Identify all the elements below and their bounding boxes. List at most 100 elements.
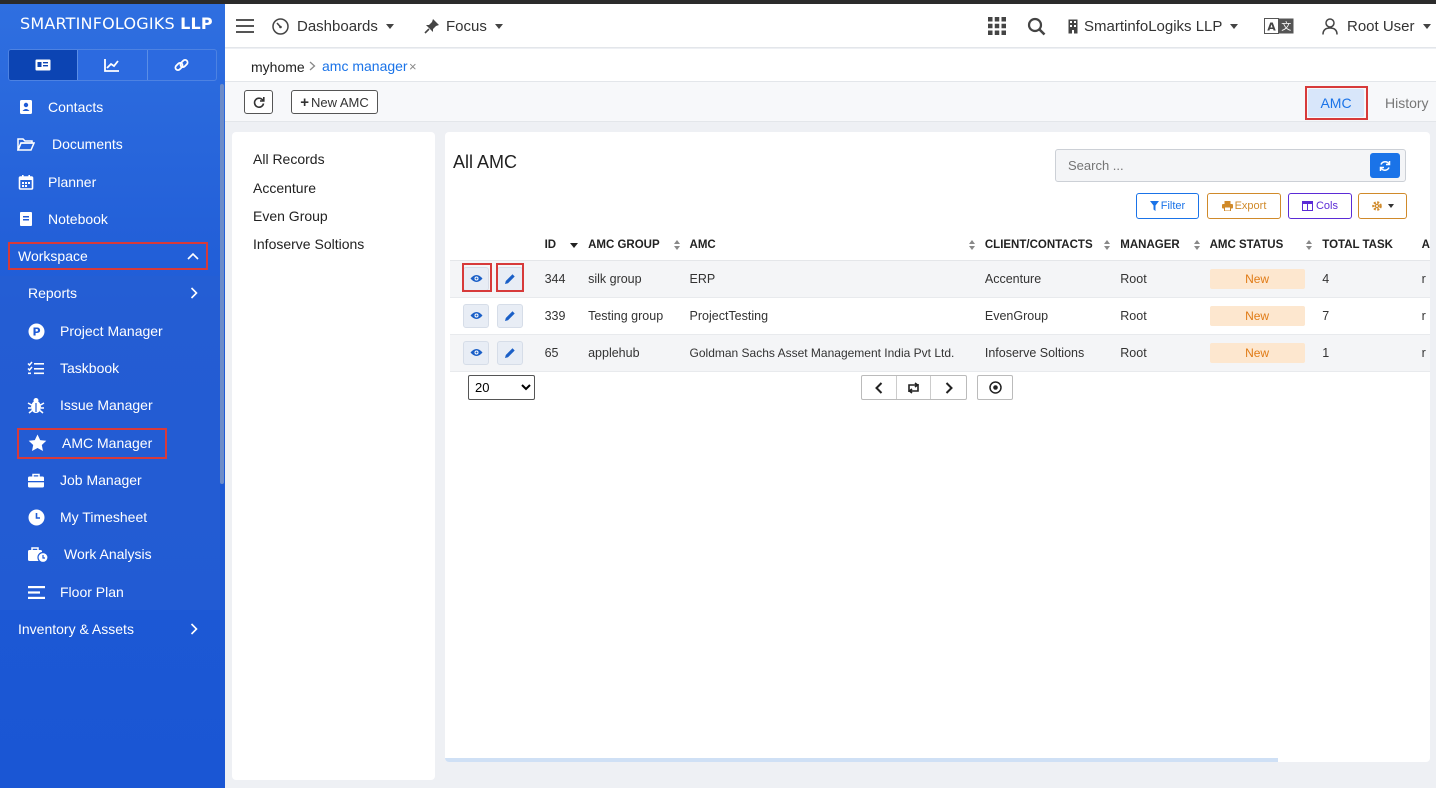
view-button[interactable] (463, 303, 489, 328)
sidebar-item-workspace[interactable]: Workspace (0, 239, 220, 273)
filter-infoserve-soltions[interactable]: Infoserve Soltions (253, 236, 364, 252)
pencil-icon (504, 347, 516, 359)
cell-client: Infoserve Soltions (980, 334, 1117, 372)
svg-text:文: 文 (1281, 20, 1291, 33)
refresh-button[interactable] (244, 90, 273, 114)
sidebar-item-label: Project Manager (60, 323, 163, 339)
sidebar-item-floor-plan[interactable]: Floor Plan (0, 575, 220, 609)
dashboards-menu[interactable]: Dashboards (272, 4, 394, 48)
hamburger-menu-button[interactable] (236, 4, 254, 48)
p-circle-icon: P (26, 321, 46, 341)
breadcrumb-home[interactable]: myhome (251, 59, 305, 75)
tab-history[interactable]: History (1385, 95, 1429, 111)
sidebar-tab-cards[interactable] (9, 50, 79, 80)
cell-amc-group: silk group (584, 260, 686, 298)
pencil-icon (504, 273, 516, 285)
cell-extra: r (1417, 334, 1430, 372)
sidebar-item-amc-manager[interactable]: AMC Manager (0, 426, 220, 460)
sidebar-item-planner[interactable]: Planner (0, 165, 220, 199)
sidebar-item-notebook[interactable]: Notebook (0, 202, 220, 236)
filter-all-records[interactable]: All Records (253, 151, 325, 167)
prev-page-button[interactable] (862, 376, 897, 399)
reload-page-button[interactable] (897, 376, 932, 399)
target-button[interactable] (978, 376, 1012, 399)
checklist-icon (26, 358, 46, 378)
cell-id: 65 (540, 334, 585, 372)
sidebar-item-job-manager[interactable]: Job Manager (0, 463, 220, 497)
sidebar-item-label: Issue Manager (60, 397, 153, 413)
search-refresh-button[interactable] (1370, 153, 1400, 178)
column-header-amc-group[interactable]: AMC GROUP (584, 230, 686, 261)
sidebar-scrollbar[interactable] (220, 84, 224, 484)
cols-label: Cols (1315, 200, 1338, 212)
column-header-extra[interactable]: A (1417, 230, 1430, 261)
table-row[interactable]: 65 applehub Goldman Sachs Asset Manageme… (450, 334, 1430, 372)
sidebar-item-reports[interactable]: Reports (0, 276, 220, 310)
column-header-id[interactable]: ID (540, 230, 585, 261)
focus-menu[interactable]: Focus (424, 4, 503, 48)
table-row[interactable]: 344 silk group ERP Accenture Root New 4 … (450, 260, 1430, 298)
filter-button[interactable]: Filter (1136, 193, 1199, 219)
company-selector[interactable]: SmartinfoLogiks LLP (1068, 4, 1239, 48)
sidebar-item-inventory-assets[interactable]: Inventory & Assets (0, 612, 220, 646)
filter-accenture[interactable]: Accenture (253, 180, 316, 196)
settings-dropdown-button[interactable] (1358, 193, 1407, 219)
column-header-amc[interactable]: AMC (685, 230, 981, 261)
sidebar-item-taskbook[interactable]: Taskbook (0, 351, 220, 385)
edit-button[interactable] (497, 303, 524, 328)
sidebar-item-issue-manager[interactable]: Issue Manager (0, 388, 220, 422)
chevron-down-icon (494, 23, 503, 29)
brand-logo[interactable]: SMARTINFOLOGIKS LLP (20, 14, 213, 33)
search-input[interactable] (1056, 150, 1366, 181)
sidebar-item-label: AMC Manager (62, 435, 153, 451)
sidebar-tab-links[interactable] (148, 50, 216, 80)
edit-button[interactable] (497, 266, 524, 291)
sidebar-tab-charts[interactable] (78, 50, 148, 80)
user-menu[interactable]: Root User (1322, 4, 1431, 48)
cols-button[interactable]: Cols (1288, 193, 1352, 219)
svg-text:P: P (32, 325, 40, 338)
view-button[interactable] (463, 340, 489, 365)
breadcrumb-current[interactable]: amc manager (322, 58, 408, 74)
sidebar-item-my-timesheet[interactable]: My Timesheet (0, 500, 220, 534)
chevron-right-icon (190, 287, 198, 299)
star-icon (27, 433, 47, 453)
search-icon (1027, 17, 1046, 36)
column-header-amc-status[interactable]: AMC STATUS (1205, 230, 1319, 261)
tab-amc[interactable]: AMC (1308, 89, 1364, 117)
briefcase-clock-icon (26, 544, 50, 564)
search-button[interactable] (1027, 4, 1046, 48)
apps-grid-button[interactable] (988, 4, 1006, 48)
page-size-select[interactable]: 20 (468, 375, 535, 400)
column-header-client-contacts[interactable]: CLIENT/CONTACTS (980, 230, 1117, 261)
sidebar-item-project-manager[interactable]: P Project Manager (0, 314, 220, 348)
next-page-button[interactable] (931, 376, 966, 399)
column-header-total-task[interactable]: TOTAL TASK (1318, 230, 1418, 261)
sidebar-item-label: Work Analysis (64, 546, 152, 562)
export-button[interactable]: Export (1207, 193, 1281, 219)
sidebar-item-label: Notebook (48, 211, 108, 227)
horizontal-scrollbar[interactable] (445, 758, 1278, 762)
edit-button[interactable] (497, 340, 524, 365)
filter-icon (1149, 201, 1159, 211)
eye-icon (470, 274, 483, 283)
filter-even-group[interactable]: Even Group (253, 208, 328, 224)
close-tab-icon[interactable]: × (409, 59, 417, 74)
new-amc-button[interactable]: + New AMC (291, 90, 378, 114)
language-button[interactable]: A文 (1264, 4, 1294, 48)
chevron-left-icon (874, 381, 883, 394)
building-icon (1068, 19, 1078, 34)
sidebar-item-contacts[interactable]: Contacts (0, 90, 220, 124)
cell-manager: Root (1116, 334, 1206, 372)
retweet-icon (906, 381, 921, 394)
new-amc-label: New AMC (310, 94, 369, 110)
sidebar-item-work-analysis[interactable]: Work Analysis (0, 537, 220, 571)
cell-total-task: 1 (1318, 334, 1418, 372)
sidebar-item-documents[interactable]: Documents (0, 127, 220, 161)
view-button[interactable] (463, 266, 489, 291)
export-label: Export (1234, 200, 1267, 212)
chevron-down-icon (1422, 23, 1431, 29)
table-row[interactable]: 339 Testing group ProjectTesting EvenGro… (450, 297, 1430, 335)
column-header-manager[interactable]: MANAGER (1116, 230, 1206, 261)
table-header-row: ID AMC GROUP AMC CLIENT/CONTACTS MANAGER… (450, 230, 1430, 261)
